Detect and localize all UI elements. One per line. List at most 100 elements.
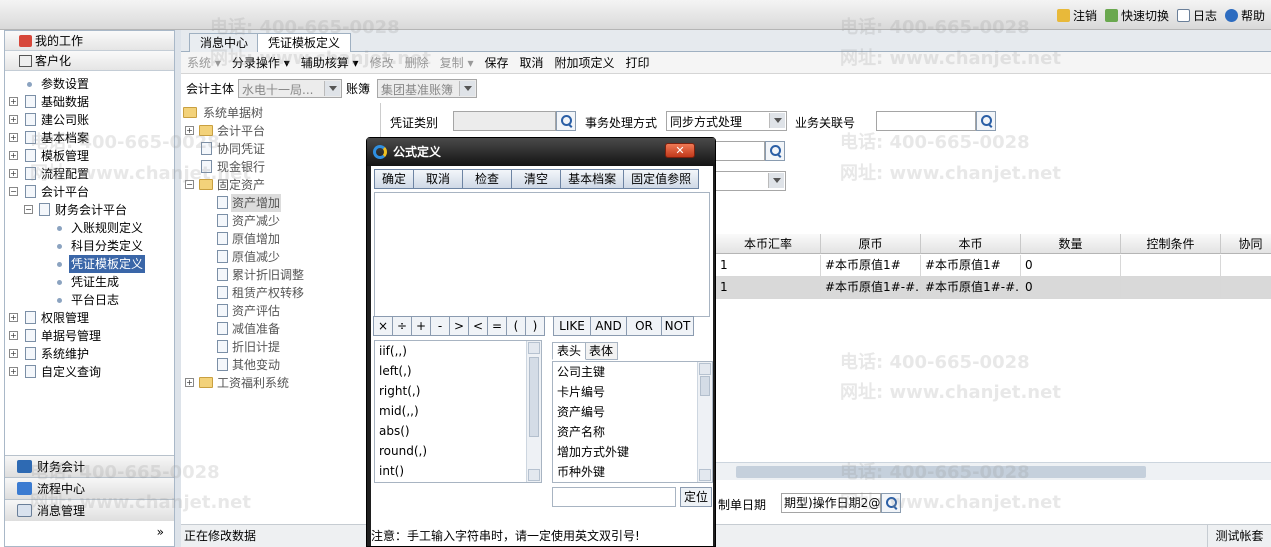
clear-button[interactable]: 清空 (511, 169, 562, 189)
mode-select[interactable]: 同步方式处理 (666, 111, 787, 131)
op-divide-button[interactable]: ÷ (392, 316, 412, 336)
list-item[interactable]: 资产名称 (557, 422, 605, 442)
grid-cell[interactable]: #本币原值1# (821, 255, 921, 277)
list-item[interactable]: right(,) (379, 381, 420, 401)
voucher-type-search-icon[interactable] (556, 111, 576, 131)
row3-select[interactable] (712, 171, 786, 191)
expand-icon[interactable]: + (9, 151, 18, 160)
collapse-icon[interactable]: − (9, 187, 18, 196)
voucher-type-input[interactable] (453, 111, 556, 131)
expand-icon[interactable]: + (9, 133, 18, 142)
op-not-button[interactable]: NOT (661, 316, 694, 336)
tab-header-fields[interactable]: 表头 (552, 342, 587, 360)
list-item[interactable]: 公司主键 (557, 362, 605, 382)
op-multiply-button[interactable]: × (373, 316, 393, 336)
aux-menu[interactable]: 辅助核算 ▾ (301, 54, 359, 71)
row2-search-icon[interactable] (765, 141, 785, 161)
nav-process-center[interactable]: 流程中心 (5, 477, 174, 499)
save-button[interactable]: 保存 (484, 54, 508, 71)
customize-header[interactable]: 客户化 (5, 51, 174, 71)
print-button[interactable]: 打印 (626, 54, 650, 71)
cancel-button[interactable]: 取消 (413, 169, 464, 189)
expand-icon[interactable]: + (185, 378, 194, 387)
op-gt-button[interactable]: > (449, 316, 469, 336)
check-button[interactable]: 检查 (462, 169, 513, 189)
scroll-down-icon[interactable] (528, 469, 540, 481)
expand-icon[interactable]: + (185, 126, 194, 135)
function-scrollbar[interactable] (526, 341, 541, 482)
formula-editor[interactable] (374, 192, 710, 317)
expand-icon[interactable]: + (9, 331, 18, 340)
entity-select[interactable]: 水电十一局... (238, 78, 343, 98)
grid-cell[interactable]: 1 (716, 277, 821, 299)
list-item[interactable]: int() (379, 461, 404, 481)
list-item[interactable]: left(,) (379, 361, 412, 381)
copy-menu[interactable]: 复制 ▾ (440, 54, 474, 71)
field-scrollbar[interactable] (697, 362, 712, 482)
collapse-icon[interactable]: − (24, 205, 33, 214)
grid-header[interactable]: 协同 (1221, 234, 1271, 254)
scroll-down-icon[interactable] (699, 469, 711, 481)
basic-archive-button[interactable]: 基本档案 (560, 169, 625, 189)
expand-icon[interactable]: + (9, 367, 18, 376)
op-lparen-button[interactable]: ( (506, 316, 526, 336)
delete-button[interactable]: 删除 (405, 54, 429, 71)
grid-header[interactable]: 原币 (821, 234, 921, 254)
expand-icon[interactable]: + (9, 313, 18, 322)
expand-icon[interactable]: + (9, 115, 18, 124)
confirm-button[interactable]: 确定 (374, 169, 415, 189)
collapse-icon[interactable]: − (185, 180, 194, 189)
grid-horizontal-scrollbar[interactable] (716, 462, 1271, 480)
scroll-thumb[interactable] (736, 466, 1146, 478)
relate-search-icon[interactable] (976, 111, 996, 131)
list-item[interactable]: 卡片编号 (557, 382, 605, 402)
op-rparen-button[interactable]: ) (525, 316, 545, 336)
grid-cell[interactable]: 0 (1021, 255, 1121, 277)
log-link[interactable]: 日志 (1176, 7, 1217, 24)
scroll-thumb[interactable] (700, 376, 710, 396)
dialog-titlebar[interactable]: 公式定义 ✕ (367, 138, 715, 166)
grid-header[interactable]: 数量 (1021, 234, 1121, 254)
list-item[interactable]: round(,) (379, 441, 427, 461)
nav-message[interactable]: 消息管理 (5, 499, 174, 521)
row2-input[interactable] (712, 141, 765, 161)
close-button[interactable]: ✕ (665, 143, 695, 158)
date-search-icon[interactable] (881, 493, 901, 513)
help-link[interactable]: 帮助 (1224, 7, 1265, 24)
list-item[interactable]: mid(,,) (379, 401, 419, 421)
tab-body-fields[interactable]: 表体 (584, 342, 619, 360)
modify-button[interactable]: 修改 (370, 54, 394, 71)
grid-cell[interactable] (1221, 255, 1271, 277)
date-input[interactable]: 期型)操作日期2@ (781, 493, 881, 513)
list-item[interactable]: 增加方式外键 (557, 442, 629, 462)
list-item[interactable]: abs() (379, 421, 410, 441)
grid-cell[interactable] (1221, 277, 1271, 299)
logout-link[interactable]: 注销 (1056, 7, 1097, 24)
grid-cell[interactable] (1121, 255, 1221, 277)
locate-input[interactable] (552, 487, 676, 507)
sidebar-collapse-button[interactable]: » (157, 525, 164, 539)
grid-cell[interactable]: #本币原值1#-#... (821, 277, 921, 299)
op-lt-button[interactable]: < (468, 316, 488, 336)
op-like-button[interactable]: LIKE (553, 316, 591, 336)
op-plus-button[interactable]: + (411, 316, 431, 336)
expand-icon[interactable]: + (9, 97, 18, 106)
attach-def-button[interactable]: 附加项定义 (555, 54, 615, 71)
scroll-thumb[interactable] (529, 357, 539, 437)
locate-button[interactable]: 定位 (680, 487, 713, 507)
grid-header[interactable]: 本币汇率 (716, 234, 821, 254)
expand-icon[interactable]: + (9, 169, 18, 178)
op-eq-button[interactable]: = (487, 316, 507, 336)
system-menu[interactable]: 系统 ▾ (187, 54, 221, 71)
grid-cell[interactable] (1121, 277, 1221, 299)
grid-cell[interactable]: 0 (1021, 277, 1121, 299)
book-select[interactable]: 集团基准账簿 (377, 78, 478, 98)
grid-header[interactable]: 控制条件 (1121, 234, 1221, 254)
op-and-button[interactable]: AND (590, 316, 627, 336)
op-or-button[interactable]: OR (626, 316, 662, 336)
list-item[interactable]: iif(,,) (379, 341, 407, 361)
scroll-up-icon[interactable] (528, 342, 540, 354)
op-minus-button[interactable]: - (430, 316, 450, 336)
fixed-value-button[interactable]: 固定值参照 (623, 169, 700, 189)
list-item[interactable]: 资产编号 (557, 402, 605, 422)
